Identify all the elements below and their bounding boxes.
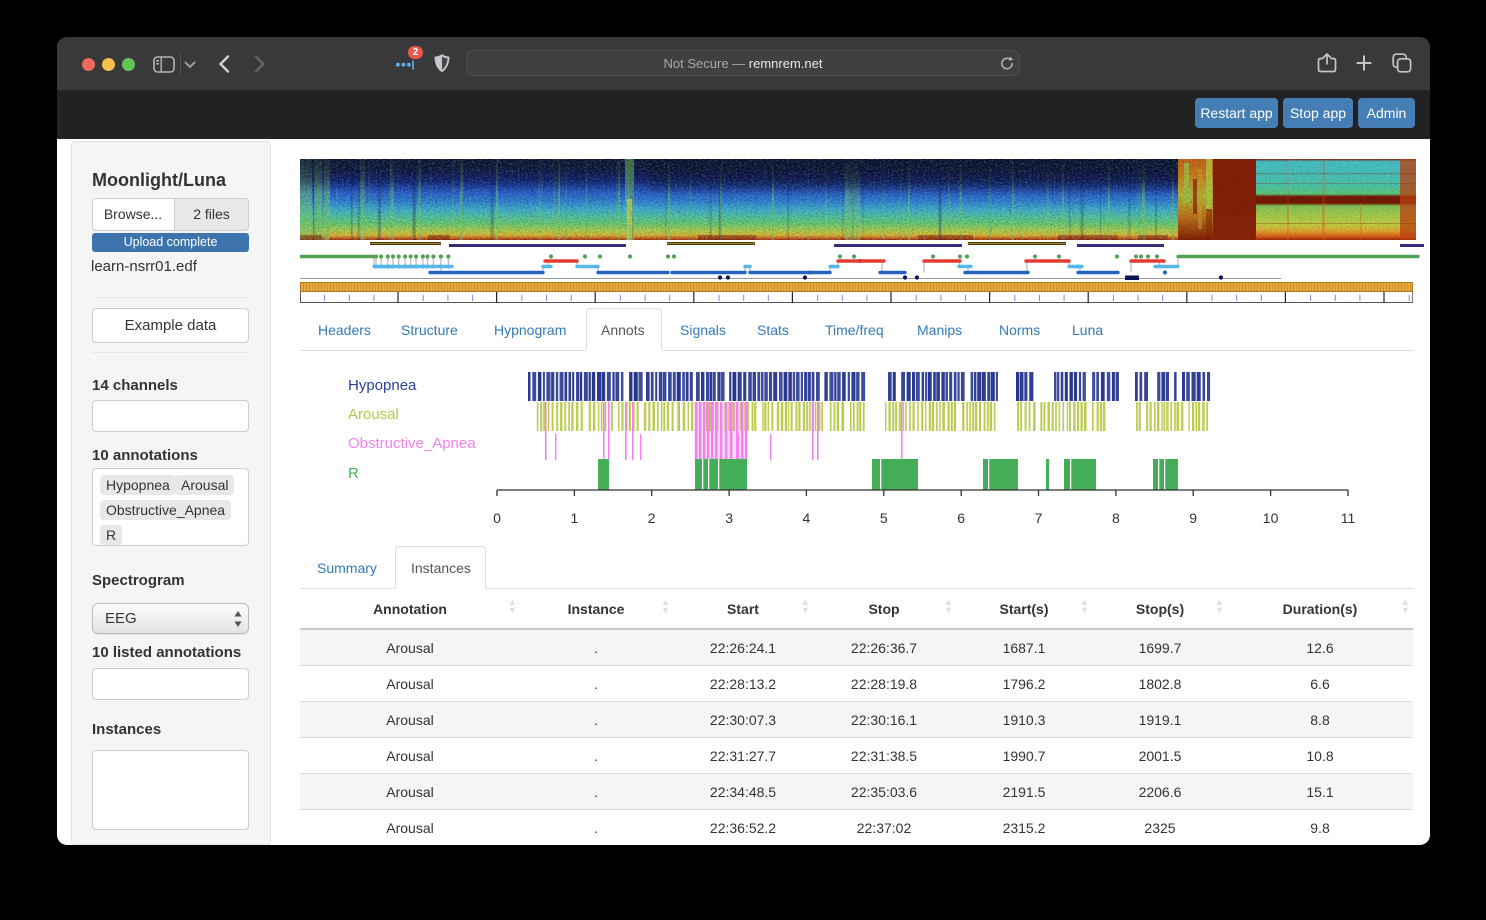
svg-text:1: 1	[571, 510, 579, 526]
svg-text:8: 8	[1112, 510, 1120, 526]
svg-text:Arousal: Arousal	[348, 406, 399, 423]
svg-text:R: R	[348, 465, 359, 482]
svg-text:5: 5	[880, 510, 888, 526]
svg-text:2: 2	[648, 510, 656, 526]
svg-text:Hypopnea: Hypopnea	[348, 377, 417, 394]
svg-text:6: 6	[957, 510, 965, 526]
svg-text:3: 3	[725, 510, 733, 526]
svg-text:9: 9	[1189, 510, 1197, 526]
svg-text:Obstructive_Apnea: Obstructive_Apnea	[348, 435, 476, 452]
svg-text:7: 7	[1035, 510, 1043, 526]
svg-text:0: 0	[493, 510, 501, 526]
svg-text:10: 10	[1263, 510, 1279, 526]
svg-text:11: 11	[1341, 510, 1356, 526]
svg-text:4: 4	[803, 510, 811, 526]
